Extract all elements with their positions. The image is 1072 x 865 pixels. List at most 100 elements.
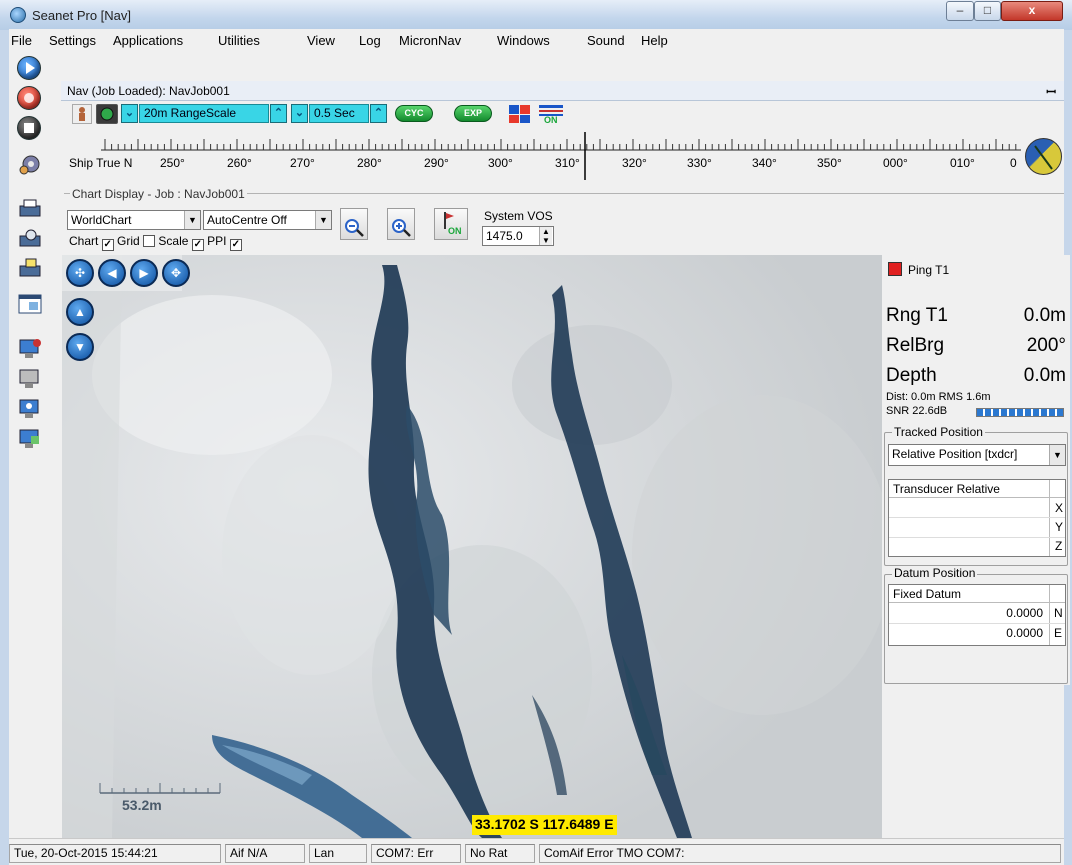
menu-file[interactable]: File <box>11 33 32 48</box>
chevron-down-icon: ▼ <box>1049 445 1065 465</box>
axis-z: Z <box>1055 539 1063 553</box>
range-down-icon[interactable]: ⌄ <box>121 104 138 123</box>
cursor-coordinate: 33.1702 S 117.6489 E <box>472 815 617 835</box>
printer-icon[interactable] <box>17 197 43 221</box>
exp-button[interactable]: EXP <box>454 105 492 122</box>
stepper-arrows-icon[interactable]: ▲ ▼ <box>539 227 552 245</box>
record-icon[interactable] <box>17 86 41 110</box>
axis-y: Y <box>1055 520 1064 534</box>
move-icon[interactable]: ✥ <box>162 259 190 287</box>
menu-help[interactable]: Help <box>641 33 668 48</box>
application-window: Seanet Pro [Nav] – □ x File Settings App… <box>0 0 1072 865</box>
stop-icon[interactable] <box>17 116 41 140</box>
depth-label: Depth <box>886 365 937 386</box>
status-datetime: Tue, 20-Oct-2015 15:44:21 <box>9 844 221 863</box>
chart-map[interactable]: 53.2m <box>62 255 882 838</box>
left-toolbar <box>9 52 61 852</box>
chart-color-icon[interactable] <box>507 103 533 125</box>
menu-applications[interactable]: Applications <box>113 33 183 48</box>
compass-tick: 260° <box>227 156 252 170</box>
chart-checkboxes: Chart ✓ Grid Scale ✓ PPI ✓ <box>69 234 242 251</box>
interval-up-icon[interactable]: ⌃ <box>370 104 387 123</box>
log-on-icon[interactable]: ON <box>538 103 564 129</box>
tracked-position-title: Tracked Position <box>892 425 985 439</box>
printer-preview-icon[interactable] <box>17 227 43 251</box>
menu-windows[interactable]: Windows <box>497 33 550 48</box>
menu-log[interactable]: Log <box>359 33 381 48</box>
monitor-remote-icon[interactable] <box>17 427 43 451</box>
status-rat: No Rat <box>465 844 535 863</box>
chart-select-value: WorldChart <box>71 213 132 227</box>
play-icon[interactable] <box>17 56 41 80</box>
chart-display-label: Chart Display - Job : NavJob001 <box>70 187 247 201</box>
range-scale-field[interactable]: 20m RangeScale <box>139 104 269 123</box>
grid-checkbox-label: Grid <box>117 234 140 248</box>
monitor-icon[interactable] <box>17 337 43 361</box>
datum-table: Fixed Datum 0.0000 N 0.0000 E <box>888 584 1066 646</box>
interval-down-icon[interactable]: ⌄ <box>291 104 308 123</box>
compass-tick: 0 <box>1010 156 1017 170</box>
vos-label: System VOS <box>484 209 553 223</box>
pin-icon[interactable]: ꟷ <box>1046 83 1056 100</box>
flag-on-button[interactable]: ON <box>434 208 468 240</box>
menu-sound[interactable]: Sound <box>587 33 625 48</box>
cyc-button[interactable]: CYC <box>395 105 433 122</box>
close-button[interactable]: x <box>1001 1 1063 21</box>
log-on-label: ON <box>544 115 558 125</box>
menu-settings[interactable]: Settings <box>49 33 96 48</box>
chart-select[interactable]: WorldChart ▼ <box>67 210 201 230</box>
range-up-icon[interactable]: ⌃ <box>270 104 287 123</box>
maximize-button[interactable]: □ <box>974 1 1001 21</box>
chart-controls: WorldChart ▼ AutoCentre Off ▼ Chart ✓ Grid… <box>64 206 1064 256</box>
chart-checkbox[interactable]: ✓ <box>101 239 114 251</box>
datum-n-axis: N <box>1054 606 1063 620</box>
scale-checkbox[interactable]: ✓ <box>191 239 204 251</box>
menu-micronnav[interactable]: MicronNav <box>399 33 461 48</box>
pan-left-icon[interactable]: ◀ <box>98 259 126 287</box>
compass-tick: 340° <box>752 156 777 170</box>
person-icon[interactable] <box>72 104 92 124</box>
printer-setup-icon[interactable] <box>17 257 43 281</box>
datum-n-value: 0.0000 <box>1006 606 1043 620</box>
monitor-network-icon[interactable] <box>17 397 43 421</box>
tracked-select-value: Relative Position [txdcr] <box>892 447 1018 461</box>
scale-checkbox-label: Scale <box>158 234 189 248</box>
gear-icon[interactable] <box>17 152 43 176</box>
compass-tick: 290° <box>424 156 449 170</box>
compass-tick: 010° <box>950 156 975 170</box>
tracked-position-select[interactable]: Relative Position [txdcr] ▼ <box>888 444 1066 466</box>
nav-title: Nav (Job Loaded): NavJob001 <box>67 84 230 98</box>
compass-tick: 270° <box>290 156 315 170</box>
menu-utilities[interactable]: Utilities <box>218 33 260 48</box>
autocentre-select-value: AutoCentre Off <box>207 213 287 227</box>
nav-title-bar: Nav (Job Loaded): NavJob001 ꟷ <box>61 81 1064 101</box>
zoom-in-button[interactable] <box>387 208 415 240</box>
interval-field[interactable]: 0.5 Sec <box>309 104 369 123</box>
axis-x: X <box>1055 501 1064 515</box>
zoom-out-button[interactable] <box>340 208 368 240</box>
compass-tick: 320° <box>622 156 647 170</box>
window-title: Seanet Pro [Nav] <box>32 8 131 23</box>
status-lan: Lan <box>309 844 367 863</box>
title-bar[interactable]: Seanet Pro [Nav] – □ x <box>0 0 1072 30</box>
rng-label: Rng T1 <box>886 305 948 326</box>
pan-right-icon[interactable]: ▶ <box>130 259 158 287</box>
vos-stepper[interactable]: 1475.0 ▲ ▼ <box>482 226 554 246</box>
minimize-button[interactable]: – <box>946 1 974 21</box>
pan-up-icon[interactable]: ▲ <box>66 298 94 326</box>
grid-checkbox[interactable] <box>143 235 156 247</box>
autocentre-select[interactable]: AutoCentre Off ▼ <box>203 210 332 230</box>
ping-indicator-icon <box>888 262 902 276</box>
dist-text: Dist: 0.0m RMS 1.6m <box>886 391 991 403</box>
status-bar: Tue, 20-Oct-2015 15:44:21 Aif N/A Lan CO… <box>9 838 1064 865</box>
window-icon[interactable] <box>17 292 43 316</box>
menu-view[interactable]: View <box>307 33 335 48</box>
datum-e-value: 0.0000 <box>1006 626 1043 640</box>
monitor-settings-icon[interactable] <box>17 367 43 391</box>
zoom-extent-icon[interactable]: ✣ <box>66 259 94 287</box>
pan-down-icon[interactable]: ▼ <box>66 333 94 361</box>
ppi-checkbox[interactable]: ✓ <box>229 239 242 251</box>
compass-tick: 350° <box>817 156 842 170</box>
compass-heading-icon <box>1025 138 1062 175</box>
snr-meter-fill <box>977 409 1063 416</box>
